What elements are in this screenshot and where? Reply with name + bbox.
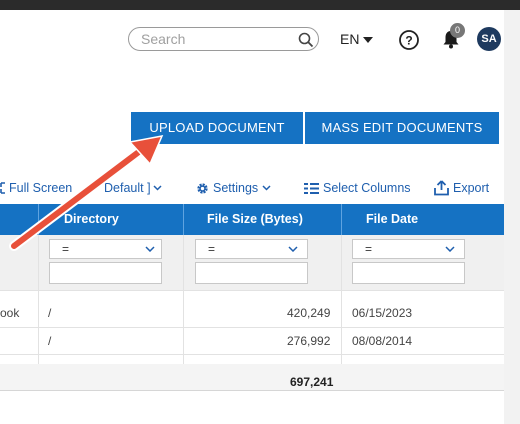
annotation-arrow: [9, 135, 164, 251]
